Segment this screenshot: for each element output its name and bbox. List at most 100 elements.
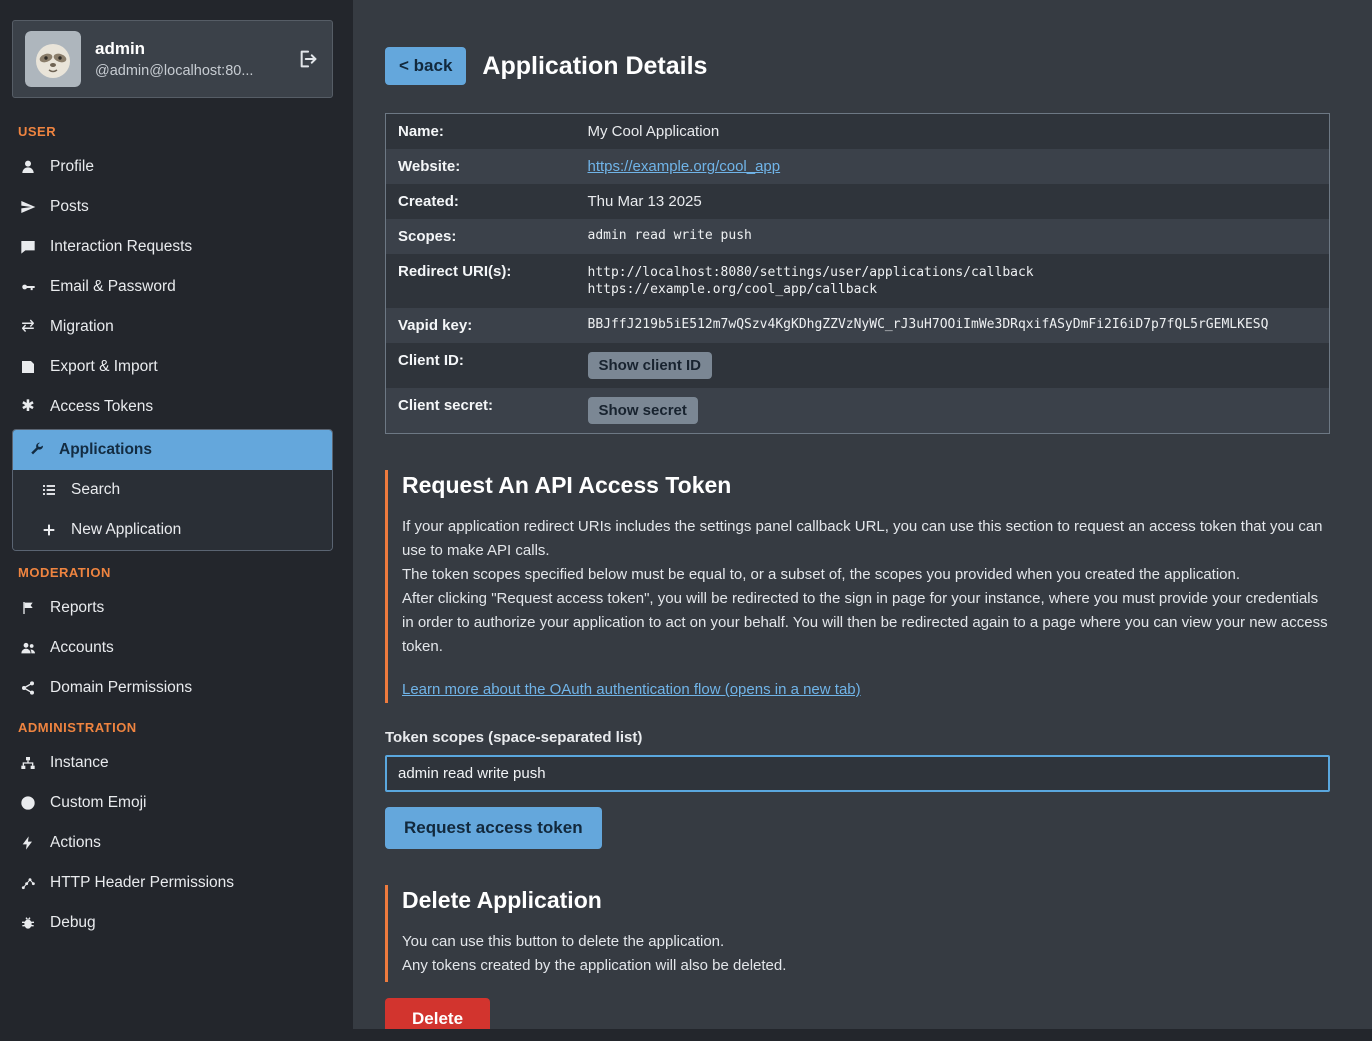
sidebar-item-actions[interactable]: Actions — [0, 823, 345, 863]
row-label: Created: — [386, 184, 576, 219]
sidebar-item-access-tokens[interactable]: ✱ Access Tokens — [0, 387, 345, 427]
token-scopes-label: Token scopes (space-separated list) — [385, 729, 1330, 746]
request-token-paragraph: The token scopes specified below must be… — [402, 563, 1330, 587]
asterisk-icon: ✱ — [18, 399, 38, 415]
smiley-icon — [18, 795, 38, 811]
sidebar-item-custom-emoji[interactable]: Custom Emoji — [0, 783, 345, 823]
row-value: Thu Mar 13 2025 — [576, 184, 1330, 219]
table-row-website: Website: https://example.org/cool_app — [386, 149, 1330, 184]
user-icon — [18, 159, 38, 175]
flag-icon — [18, 600, 38, 616]
delete-button[interactable]: Delete — [385, 998, 490, 1029]
sidebar-item-label: Migration — [50, 318, 114, 336]
table-row-redirect-uris: Redirect URI(s): http://localhost:8080/s… — [386, 254, 1330, 308]
bug-icon — [18, 915, 38, 931]
username: admin — [95, 39, 284, 59]
sidebar-item-reports[interactable]: Reports — [0, 588, 345, 628]
sidebar-item-instance[interactable]: Instance — [0, 743, 345, 783]
sidebar-item-label: Export & Import — [50, 358, 158, 376]
sidebar-item-interaction-requests[interactable]: Interaction Requests — [0, 227, 345, 267]
table-row-client-id: Client ID: Show client ID — [386, 343, 1330, 388]
request-access-token-button[interactable]: Request access token — [385, 807, 602, 849]
website-link[interactable]: https://example.org/cool_app — [588, 158, 781, 175]
logout-icon[interactable] — [298, 48, 320, 70]
sidebar-item-search[interactable]: Search — [13, 470, 332, 510]
sidebar-item-label: Interaction Requests — [50, 238, 192, 256]
floppy-icon — [18, 359, 38, 375]
section-label-moderation: MODERATION — [0, 553, 345, 588]
sidebar-item-label: Actions — [50, 834, 101, 852]
user-card[interactable]: admin @admin@localhost:80... — [12, 20, 333, 98]
section-label-user: USER — [0, 112, 345, 147]
table-row-client-secret: Client secret: Show secret — [386, 388, 1330, 434]
users-icon — [18, 640, 38, 656]
back-button[interactable]: < back — [385, 47, 466, 85]
sidebar-item-label: Instance — [50, 754, 109, 772]
sidebar-item-profile[interactable]: Profile — [0, 147, 345, 187]
sidebar-item-http-header-permissions[interactable]: HTTP Header Permissions — [0, 863, 345, 903]
sidebar-item-applications[interactable]: Applications — [13, 430, 332, 470]
page-header: < back Application Details — [385, 47, 1330, 85]
sidebar-item-debug[interactable]: Debug — [0, 903, 345, 943]
table-row-vapid-key: Vapid key: BBJffJ219b5iE512m7wQSzv4KgKDh… — [386, 308, 1330, 343]
show-secret-button[interactable]: Show secret — [588, 397, 698, 424]
sidebar-item-label: Domain Permissions — [50, 679, 192, 697]
sidebar: admin @admin@localhost:80... USER Profil… — [0, 0, 345, 1041]
sidebar-item-posts[interactable]: Posts — [0, 187, 345, 227]
share-nodes-icon — [18, 680, 38, 696]
sidebar-item-label: Reports — [50, 599, 104, 617]
sidebar-item-label: New Application — [71, 521, 181, 539]
bolt-icon — [18, 835, 38, 851]
sidebar-item-domain-permissions[interactable]: Domain Permissions — [0, 668, 345, 708]
row-label: Redirect URI(s): — [386, 254, 576, 308]
row-value: My Cool Application — [576, 114, 1330, 150]
sidebar-item-label: Email & Password — [50, 278, 176, 296]
user-handle: @admin@localhost:80... — [95, 63, 284, 79]
list-icon — [39, 482, 59, 498]
page-title: Application Details — [482, 52, 707, 81]
row-label: Client secret: — [386, 388, 576, 434]
comment-icon — [18, 239, 38, 255]
row-value: BBJffJ219b5iE512m7wQSzv4KgKDhgZZVzNyWC_r… — [576, 308, 1330, 343]
main-content: < back Application Details Name: My Cool… — [353, 0, 1372, 1029]
sidebar-item-label: Profile — [50, 158, 94, 176]
sidebar-item-migration[interactable]: ⇄ Migration — [0, 307, 345, 347]
request-token-heading: Request An API Access Token — [402, 472, 1330, 499]
token-scopes-input[interactable] — [385, 755, 1330, 792]
row-label: Name: — [386, 114, 576, 150]
row-value: admin read write push — [576, 219, 1330, 254]
redirect-uri: https://example.org/cool_app/callback — [588, 282, 1318, 297]
sidebar-nav: USER Profile Posts Interaction Requests … — [0, 112, 345, 943]
network-icon — [18, 875, 38, 891]
delete-application-line: You can use this button to delete the ap… — [402, 930, 1330, 954]
row-label: Client ID: — [386, 343, 576, 388]
delete-application-section: Delete Application You can use this butt… — [385, 885, 1330, 982]
sitemap-icon — [18, 755, 38, 771]
sidebar-item-label: Access Tokens — [50, 398, 153, 416]
sidebar-item-accounts[interactable]: Accounts — [0, 628, 345, 668]
table-row-name: Name: My Cool Application — [386, 114, 1330, 150]
request-token-section: Request An API Access Token If your appl… — [385, 470, 1330, 703]
sidebar-item-label: Custom Emoji — [50, 794, 146, 812]
sidebar-item-label: Accounts — [50, 639, 114, 657]
show-client-id-button[interactable]: Show client ID — [588, 352, 713, 379]
sidebar-item-new-application[interactable]: New Application — [13, 510, 332, 550]
sidebar-item-label: Posts — [50, 198, 89, 216]
sidebar-group-applications: Applications Search New Application — [12, 429, 333, 551]
paper-plane-icon — [18, 199, 38, 215]
redirect-uri: http://localhost:8080/settings/user/appl… — [588, 265, 1318, 280]
application-details-table: Name: My Cool Application Website: https… — [385, 113, 1330, 434]
delete-application-heading: Delete Application — [402, 887, 1330, 914]
plus-icon — [39, 522, 59, 538]
key-icon — [18, 279, 38, 295]
section-label-administration: ADMINISTRATION — [0, 708, 345, 743]
oauth-docs-link[interactable]: Learn more about the OAuth authenticatio… — [402, 681, 861, 698]
delete-application-line: Any tokens created by the application wi… — [402, 954, 1330, 978]
sidebar-item-label: Applications — [59, 441, 152, 459]
sidebar-item-label: Search — [71, 481, 120, 499]
sidebar-item-export-import[interactable]: Export & Import — [0, 347, 345, 387]
sidebar-item-email-password[interactable]: Email & Password — [0, 267, 345, 307]
row-label: Scopes: — [386, 219, 576, 254]
request-token-paragraph: If your application redirect URIs includ… — [402, 515, 1330, 563]
request-token-paragraph: After clicking "Request access token", y… — [402, 587, 1330, 659]
